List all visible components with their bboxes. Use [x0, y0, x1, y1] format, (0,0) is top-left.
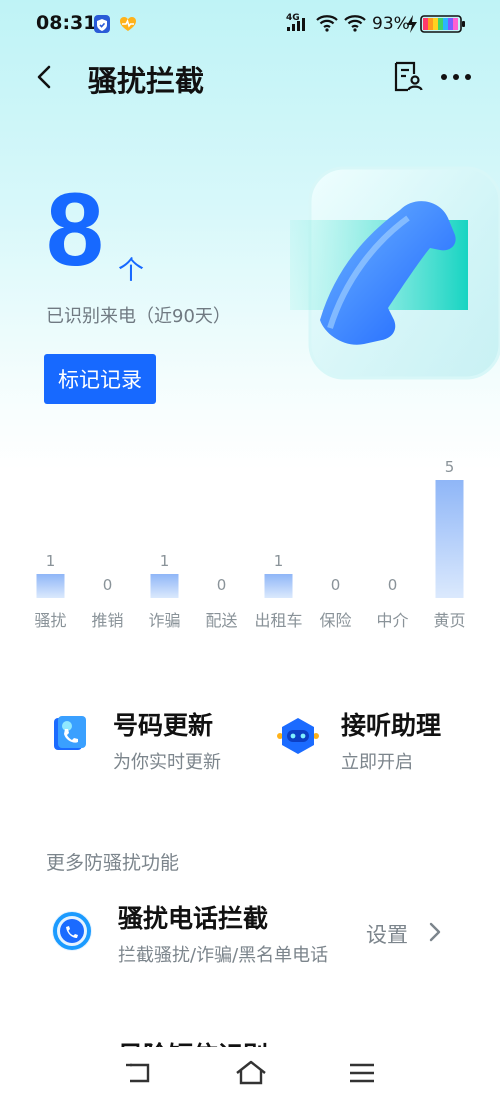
battery-icon — [420, 14, 466, 38]
more-dots-icon — [441, 74, 471, 80]
battery-percent: 93% — [372, 14, 410, 34]
page-title: 骚扰拦截 — [88, 64, 205, 98]
cellular-signal-icon: 4G — [286, 11, 312, 37]
nav-menu-button[interactable] — [348, 1061, 376, 1089]
chart-value-label: 0 — [103, 576, 113, 594]
chart-category-label: 推销 — [91, 611, 123, 630]
quick-action-title: 接听助理 — [341, 711, 442, 740]
chart-category-label: 出租车 — [254, 611, 302, 630]
chart-value-label: 0 — [217, 576, 227, 594]
list-item-call-blocking[interactable]: 骚扰电话拦截 拦截骚扰/诈骗/黑名单电话 设置 — [0, 885, 500, 985]
chart-category-label: 中介 — [376, 611, 408, 630]
back-button[interactable] — [30, 62, 60, 92]
wifi-secondary-icon — [344, 14, 366, 36]
call-block-icon — [50, 909, 94, 957]
chart-value-label: 0 — [331, 576, 341, 594]
nav-menu-icon — [350, 1063, 374, 1083]
status-bar: 08:31 4G 93% — [0, 0, 500, 48]
chart-category-label: 配送 — [205, 611, 237, 630]
count-unit: 个 — [118, 256, 145, 286]
wifi-icon — [316, 14, 338, 36]
quick-action-title: 号码更新 — [113, 711, 214, 740]
nav-back-icon — [126, 1063, 150, 1083]
chart-value-label: 0 — [388, 576, 398, 594]
count-description: 已识别来电（近90天） — [46, 306, 231, 327]
section-title: 更多防骚扰功能 — [46, 852, 180, 874]
shield-app-icon — [93, 14, 111, 38]
call-category-chart: 1 骚扰 0 推销 1 诈骗 0 配送 1 出租车 0 保险 0 中介 5 黄页 — [34, 458, 465, 630]
chart-bar — [435, 480, 464, 598]
back-arrow-icon — [37, 65, 51, 89]
mark-records-button[interactable]: 标记记录 — [44, 354, 156, 404]
nav-back-button[interactable] — [124, 1061, 154, 1089]
settings-link[interactable]: 设置 — [366, 919, 408, 949]
number-update-icon — [52, 714, 88, 758]
chart-bar — [36, 574, 65, 598]
nav-home-button[interactable] — [234, 1059, 268, 1091]
nav-home-icon — [236, 1060, 266, 1085]
quick-action-subtitle: 立即开启 — [341, 752, 413, 773]
chevron-right-icon — [428, 921, 442, 947]
quick-action-subtitle: 为你实时更新 — [113, 752, 221, 773]
chart-value-label: 5 — [445, 458, 455, 476]
status-time: 08:31 — [36, 12, 97, 34]
more-options-button[interactable] — [440, 64, 472, 94]
chart-category-label: 诈骗 — [148, 611, 180, 630]
chart-value-label: 1 — [160, 552, 170, 570]
chart-bar — [264, 574, 293, 598]
chart-value-label: 1 — [274, 552, 284, 570]
health-app-icon — [118, 14, 138, 38]
list-item-subtitle: 拦截骚扰/诈骗/黑名单电话 — [118, 945, 329, 966]
blocked-count: 8 — [46, 172, 104, 288]
charging-bolt-icon — [406, 14, 418, 38]
document-user-icon — [394, 61, 423, 92]
chart-category-label: 骚扰 — [34, 611, 66, 630]
system-navigation-bar — [0, 1047, 500, 1097]
chart-category-label: 保险 — [319, 611, 351, 630]
chart-category-label: 黄页 — [433, 611, 465, 630]
records-button[interactable] — [392, 60, 424, 98]
chart-bar — [150, 574, 179, 598]
chart-value-label: 1 — [46, 552, 56, 570]
list-item-title: 骚扰电话拦截 — [118, 904, 269, 933]
phone-shield-illustration — [290, 160, 500, 390]
phone-handset-icon — [290, 166, 500, 380]
assistant-robot-icon — [276, 716, 320, 760]
